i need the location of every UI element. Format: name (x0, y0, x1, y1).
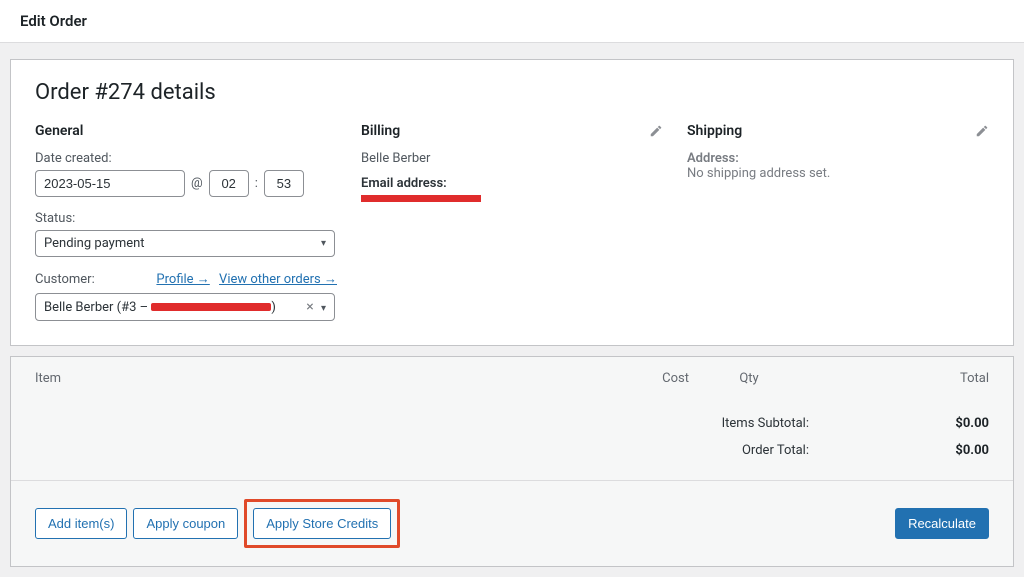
date-input[interactable] (35, 170, 185, 197)
col-item: Item (35, 371, 569, 386)
status-select[interactable]: Pending payment ▾ (35, 230, 335, 257)
general-label: General (35, 123, 83, 139)
actions-row: Add item(s) Apply coupon Apply Store Cre… (11, 480, 1013, 566)
order-total-label: Order Total: (742, 443, 809, 458)
date-created-label: Date created: (35, 151, 337, 166)
billing-label: Billing (361, 123, 400, 139)
apply-store-credits-button[interactable]: Apply Store Credits (253, 508, 391, 539)
shipping-address-value: No shipping address set. (687, 166, 989, 181)
general-column: General Date created: @ : Status: Pendin… (35, 123, 337, 321)
hour-input[interactable] (209, 170, 249, 197)
col-qty: Qty (689, 371, 809, 386)
items-header-row: Item Cost Qty Total (11, 357, 1013, 400)
add-items-button[interactable]: Add item(s) (35, 508, 127, 539)
order-heading: Order #274 details (35, 80, 989, 105)
view-other-orders-link[interactable]: View other orders → (219, 272, 337, 287)
recalculate-button[interactable]: Recalculate (895, 508, 989, 539)
status-label: Status: (35, 211, 337, 226)
redacted-text (151, 303, 271, 311)
totals-block: Items Subtotal: $0.00 Order Total: $0.00 (11, 400, 1013, 480)
shipping-label: Shipping (687, 123, 742, 139)
email-address-label: Email address: (361, 176, 663, 191)
highlight-box: Apply Store Credits (244, 499, 400, 548)
clear-icon[interactable]: × (306, 299, 313, 315)
chevron-down-icon: ▾ (321, 238, 326, 249)
pencil-icon[interactable] (975, 124, 989, 138)
colon-separator: : (255, 176, 258, 191)
status-value: Pending payment (44, 236, 145, 251)
redacted-email (361, 195, 481, 202)
items-panel: Item Cost Qty Total Items Subtotal: $0.0… (10, 356, 1014, 567)
customer-value: Belle Berber (#3 – ) (44, 300, 276, 315)
col-cost: Cost (569, 371, 689, 386)
shipping-column: Shipping Address: No shipping address se… (687, 123, 989, 321)
pencil-icon[interactable] (649, 124, 663, 138)
apply-coupon-button[interactable]: Apply coupon (133, 508, 238, 539)
minute-input[interactable] (264, 170, 304, 197)
chevron-down-icon: ▾ (321, 303, 326, 314)
topbar: Edit Order (0, 0, 1024, 43)
order-total-value: $0.00 (809, 443, 989, 458)
billing-name: Belle Berber (361, 151, 663, 166)
billing-column: Billing Belle Berber Email address: (361, 123, 663, 321)
order-details-panel: Order #274 details General Date created:… (10, 59, 1014, 346)
at-separator: @ (191, 176, 203, 191)
customer-label: Customer: (35, 272, 95, 287)
col-total: Total (809, 371, 989, 386)
profile-link[interactable]: Profile → (156, 272, 209, 287)
items-subtotal-label: Items Subtotal: (722, 416, 809, 431)
shipping-address-label: Address: (687, 151, 989, 166)
customer-links: Profile → View other orders → (150, 271, 337, 287)
page-title: Edit Order (20, 12, 1004, 30)
customer-select[interactable]: Belle Berber (#3 – ) × ▾ (35, 293, 335, 321)
items-subtotal-value: $0.00 (809, 416, 989, 431)
